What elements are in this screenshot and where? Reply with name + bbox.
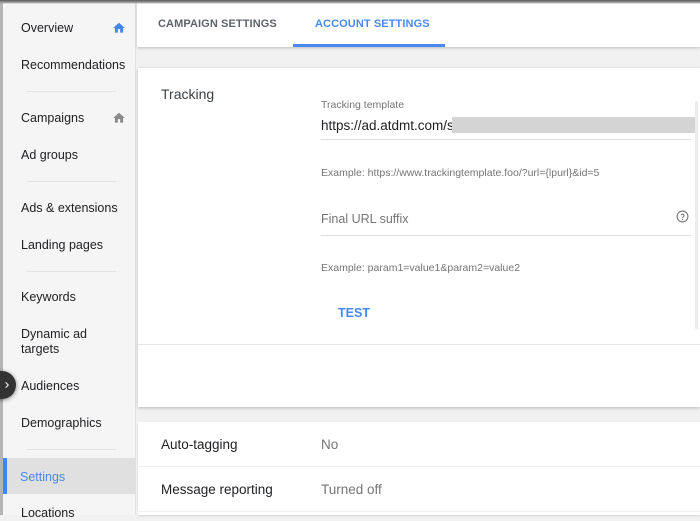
sidebar-item-overview[interactable]: Overview [3,21,136,36]
settings-row-label: Message reporting [161,482,273,497]
sidebar-item-label: Settings [20,470,66,484]
test-button[interactable]: TEST [338,306,370,320]
final-url-suffix-input[interactable]: Final URL suffix [321,212,409,226]
sidebar-item-label: Ad groups [21,148,78,162]
window-top-edge [0,0,700,4]
sidebar-item-label: Dynamic ad targets [21,327,87,356]
home-icon [113,112,125,123]
card-divider [138,344,700,345]
redacted-block [452,117,695,133]
sidebar-item-landing-pages[interactable]: Landing pages [3,238,136,253]
sidebar-item-dynamic-ad-targets[interactable]: Dynamic ad targets [3,327,103,357]
sidebar-item-label: Landing pages [21,238,104,252]
final-url-suffix-underline [321,235,691,236]
sidebar-item-label: Keywords [21,290,76,304]
sidebar-item-keywords[interactable]: Keywords [3,290,136,305]
settings-row-label: Auto-tagging [161,437,238,452]
sidebar-item-label: Audiences [21,379,80,393]
row-divider [138,511,700,512]
settings-row-auto-tagging[interactable]: Auto-tagging No [138,422,700,467]
settings-tab-bar: CAMPAIGN SETTINGS ACCOUNT SETTINGS [137,0,700,47]
tracking-template-label: Tracking template [321,99,405,111]
sidebar-nav: Overview Recommendations Campaigns Ad gr… [0,0,136,520]
tab-account-settings[interactable]: ACCOUNT SETTINGS [315,18,430,30]
final-url-suffix-example: Example: param1=value1&param2=value2 [321,262,521,274]
account-settings-list: Auto-tagging No Message reporting Turned… [138,422,700,515]
sidebar-item-ads-extensions[interactable]: Ads & extensions [3,201,136,216]
sidebar-item-label: Locations [21,506,75,520]
tracking-section-title: Tracking [161,86,215,102]
sidebar-divider [27,91,116,92]
sidebar-divider [27,449,116,450]
help-circle-icon[interactable] [676,210,689,223]
sidebar-divider [27,271,116,272]
sidebar-divider [27,181,116,182]
tracking-card: Tracking Tracking template https://ad.at… [138,68,700,407]
settings-row-value: No [321,437,339,452]
chevron-right-icon [5,382,9,388]
sidebar-item-label: Demographics [21,416,102,430]
sidebar-item-label: Overview [21,21,74,35]
sidebar-item-label: Campaigns [21,111,85,125]
sidebar-item-demographics[interactable]: Demographics [3,416,136,431]
sidebar-item-locations[interactable]: Locations [3,506,136,521]
tracking-template-example: Example: https://www.trackingtemplate.fo… [321,167,600,179]
home-icon [113,22,125,33]
tracking-template-underline [321,139,691,140]
card-scrollbar[interactable] [695,101,698,329]
active-tab-indicator [293,44,445,47]
settings-row-message-reporting[interactable]: Message reporting Turned off [138,467,700,512]
sidebar-item-audiences[interactable]: Audiences [3,379,136,394]
sidebar-item-campaigns[interactable]: Campaigns [3,111,136,126]
sidebar-item-label: Ads & extensions [21,201,118,215]
settings-row-value: Turned off [321,482,382,497]
sidebar-item-recommendations[interactable]: Recommendations [3,58,136,73]
sidebar-item-ad-groups[interactable]: Ad groups [3,148,136,163]
tracking-template-input[interactable]: https://ad.atdmt.com/s [321,118,454,133]
tab-campaign-settings[interactable]: CAMPAIGN SETTINGS [158,18,277,30]
sidebar-item-label: Recommendations [21,58,126,72]
